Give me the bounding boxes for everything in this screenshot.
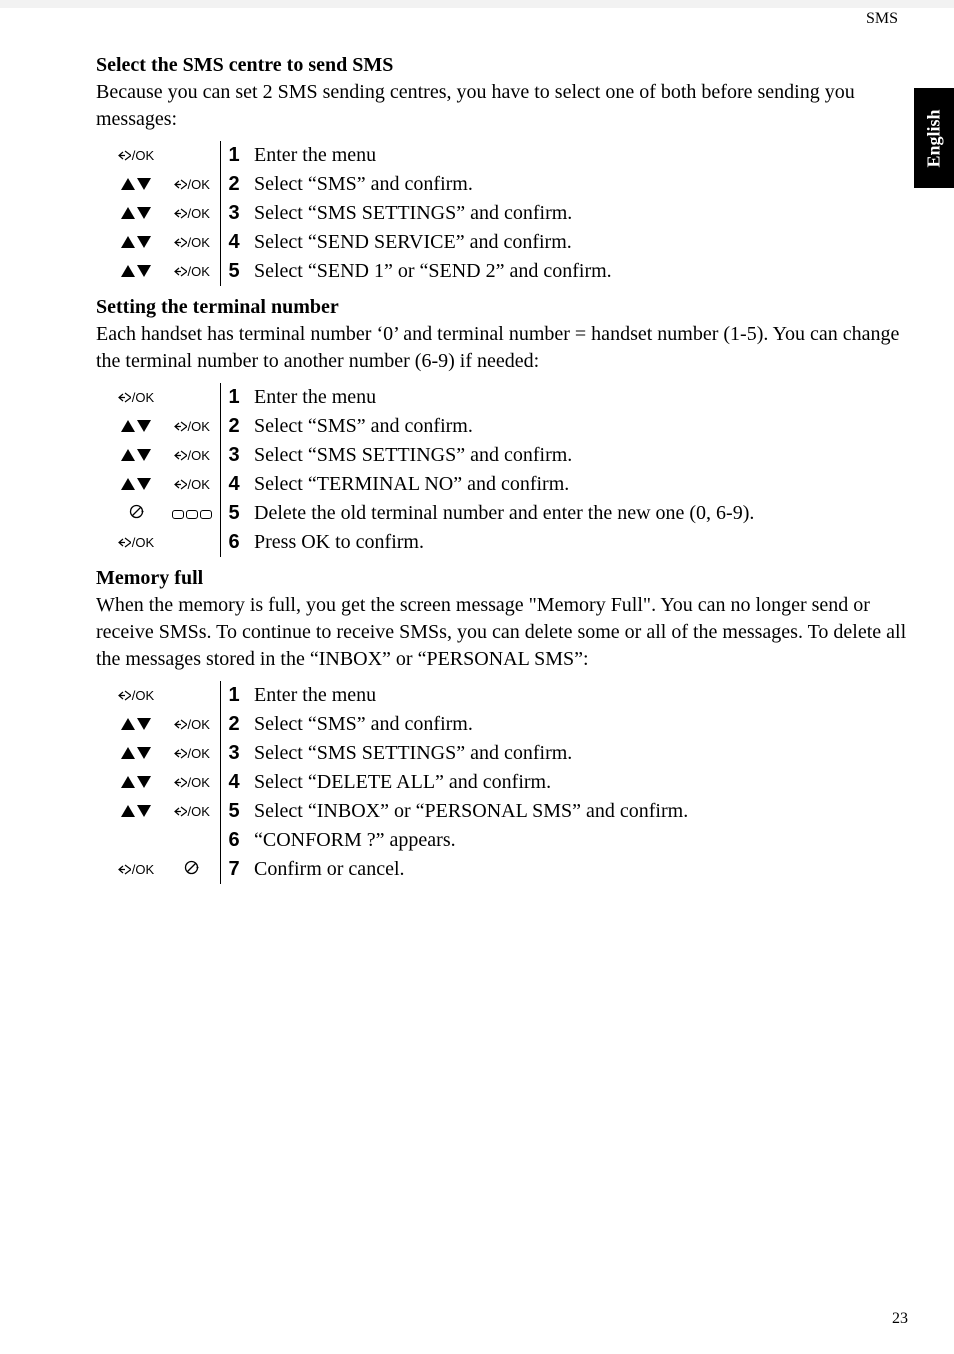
step-text: Select “DELETE ALL” and confirm.	[248, 768, 688, 797]
ok-icon: /OK	[118, 688, 154, 703]
step-row: /OK 3 Select “SMS SETTINGS” and confirm.	[108, 199, 612, 228]
step-row: /OK 5 Select “INBOX” or “PERSONAL SMS” a…	[108, 797, 688, 826]
steps-table: /OK 1 Enter the menu /OK 2 Select “SMS” …	[108, 681, 688, 884]
step-row: /OK 3 Select “SMS SETTINGS” and confirm.	[108, 441, 754, 470]
up-down-icon	[121, 449, 151, 461]
step-row: /OK 1 Enter the menu	[108, 383, 754, 412]
ok-icon: /OK	[174, 477, 210, 492]
step-row: 5 Delete the old terminal number and ent…	[108, 499, 754, 528]
step-text: Enter the menu	[248, 681, 688, 710]
ok-icon: /OK	[118, 862, 154, 877]
up-down-icon	[121, 805, 151, 817]
step-number: 5	[220, 257, 248, 286]
step-number: 6	[220, 826, 248, 855]
step-text: Select “SMS SETTINGS” and confirm.	[248, 441, 754, 470]
step-number: 3	[220, 199, 248, 228]
ok-icon: /OK	[174, 419, 210, 434]
step-number: 5	[220, 797, 248, 826]
ok-icon: /OK	[174, 264, 210, 279]
step-text: Select “SEND 1” or “SEND 2” and confirm.	[248, 257, 612, 286]
step-text: Select “SMS” and confirm.	[248, 412, 754, 441]
steps-table: /OK 1 Enter the menu /OK 2 Select “SMS” …	[108, 141, 612, 286]
section-title: Memory full	[96, 567, 908, 590]
section-intro: Each handset has terminal number ‘0’ and…	[96, 321, 908, 375]
step-row: /OK 3 Select “SMS SETTINGS” and confirm.	[108, 739, 688, 768]
ok-icon: /OK	[174, 804, 210, 819]
steps-table: /OK 1 Enter the menu /OK 2 Select “SMS” …	[108, 383, 754, 557]
step-text: Select “SEND SERVICE” and confirm.	[248, 228, 612, 257]
step-row: /OK 2 Select “SMS” and confirm.	[108, 710, 688, 739]
step-text: Delete the old terminal number and enter…	[248, 499, 754, 528]
ok-icon: /OK	[174, 775, 210, 790]
step-text: Enter the menu	[248, 383, 754, 412]
step-text: Select “SMS SETTINGS” and confirm.	[248, 199, 612, 228]
header-section-label: SMS	[866, 10, 898, 28]
up-down-icon	[121, 420, 151, 432]
up-down-icon	[121, 236, 151, 248]
step-text: Enter the menu	[248, 141, 612, 170]
page-content: Select the SMS centre to send SMS Becaus…	[96, 44, 908, 884]
step-number: 3	[220, 441, 248, 470]
ok-icon: /OK	[118, 535, 154, 550]
ok-icon: /OK	[174, 206, 210, 221]
step-text: Select “SMS SETTINGS” and confirm.	[248, 739, 688, 768]
step-row: /OK 5 Select “SEND 1” or “SEND 2” and co…	[108, 257, 612, 286]
step-text: Select “TERMINAL NO” and confirm.	[248, 470, 754, 499]
step-text: “CONFORM ?” appears.	[248, 826, 688, 855]
step-number: 1	[220, 383, 248, 412]
ok-icon: /OK	[174, 235, 210, 250]
step-number: 1	[220, 681, 248, 710]
up-down-icon	[121, 178, 151, 190]
step-number: 4	[220, 470, 248, 499]
up-down-icon	[121, 776, 151, 788]
step-row: /OK 1 Enter the menu	[108, 681, 688, 710]
step-row: 6 “CONFORM ?” appears.	[108, 826, 688, 855]
step-number: 5	[220, 499, 248, 528]
step-row: /OK 4 Select “DELETE ALL” and confirm.	[108, 768, 688, 797]
section-intro: Because you can set 2 SMS sending centre…	[96, 79, 908, 133]
ok-icon: /OK	[118, 148, 154, 163]
cancel-icon	[129, 502, 144, 525]
ok-icon: /OK	[174, 717, 210, 732]
ok-icon: /OK	[174, 746, 210, 761]
section-intro: When the memory is full, you get the scr…	[96, 592, 908, 673]
up-down-icon	[121, 478, 151, 490]
up-down-icon	[121, 207, 151, 219]
page-number: 23	[892, 1310, 908, 1328]
step-number: 7	[220, 855, 248, 884]
step-number: 2	[220, 412, 248, 441]
step-text: Confirm or cancel.	[248, 855, 688, 884]
ok-icon: /OK	[174, 448, 210, 463]
cancel-icon	[184, 858, 199, 881]
ok-icon: /OK	[118, 390, 154, 405]
step-row: /OK 7 Confirm or cancel.	[108, 855, 688, 884]
up-down-icon	[121, 747, 151, 759]
step-number: 2	[220, 710, 248, 739]
step-row: /OK 1 Enter the menu	[108, 141, 612, 170]
step-row: /OK 2 Select “SMS” and confirm.	[108, 412, 754, 441]
step-number: 1	[220, 141, 248, 170]
section-title: Setting the terminal number	[96, 296, 908, 319]
up-down-icon	[121, 718, 151, 730]
step-row: /OK 4 Select “SEND SERVICE” and confirm.	[108, 228, 612, 257]
up-down-icon	[121, 265, 151, 277]
step-row: /OK 6 Press OK to confirm.	[108, 528, 754, 557]
step-number: 4	[220, 228, 248, 257]
keypad-icon	[172, 510, 212, 519]
step-text: Press OK to confirm.	[248, 528, 754, 557]
step-row: /OK 2 Select “SMS” and confirm.	[108, 170, 612, 199]
top-strip	[0, 0, 954, 8]
section-title: Select the SMS centre to send SMS	[96, 54, 908, 77]
step-number: 2	[220, 170, 248, 199]
step-text: Select “SMS” and confirm.	[248, 710, 688, 739]
step-number: 6	[220, 528, 248, 557]
step-number: 4	[220, 768, 248, 797]
step-row: /OK 4 Select “TERMINAL NO” and confirm.	[108, 470, 754, 499]
language-tab-label: English	[924, 109, 945, 167]
ok-icon: /OK	[174, 177, 210, 192]
step-number: 3	[220, 739, 248, 768]
step-text: Select “INBOX” or “PERSONAL SMS” and con…	[248, 797, 688, 826]
step-text: Select “SMS” and confirm.	[248, 170, 612, 199]
language-tab: English	[914, 88, 954, 188]
